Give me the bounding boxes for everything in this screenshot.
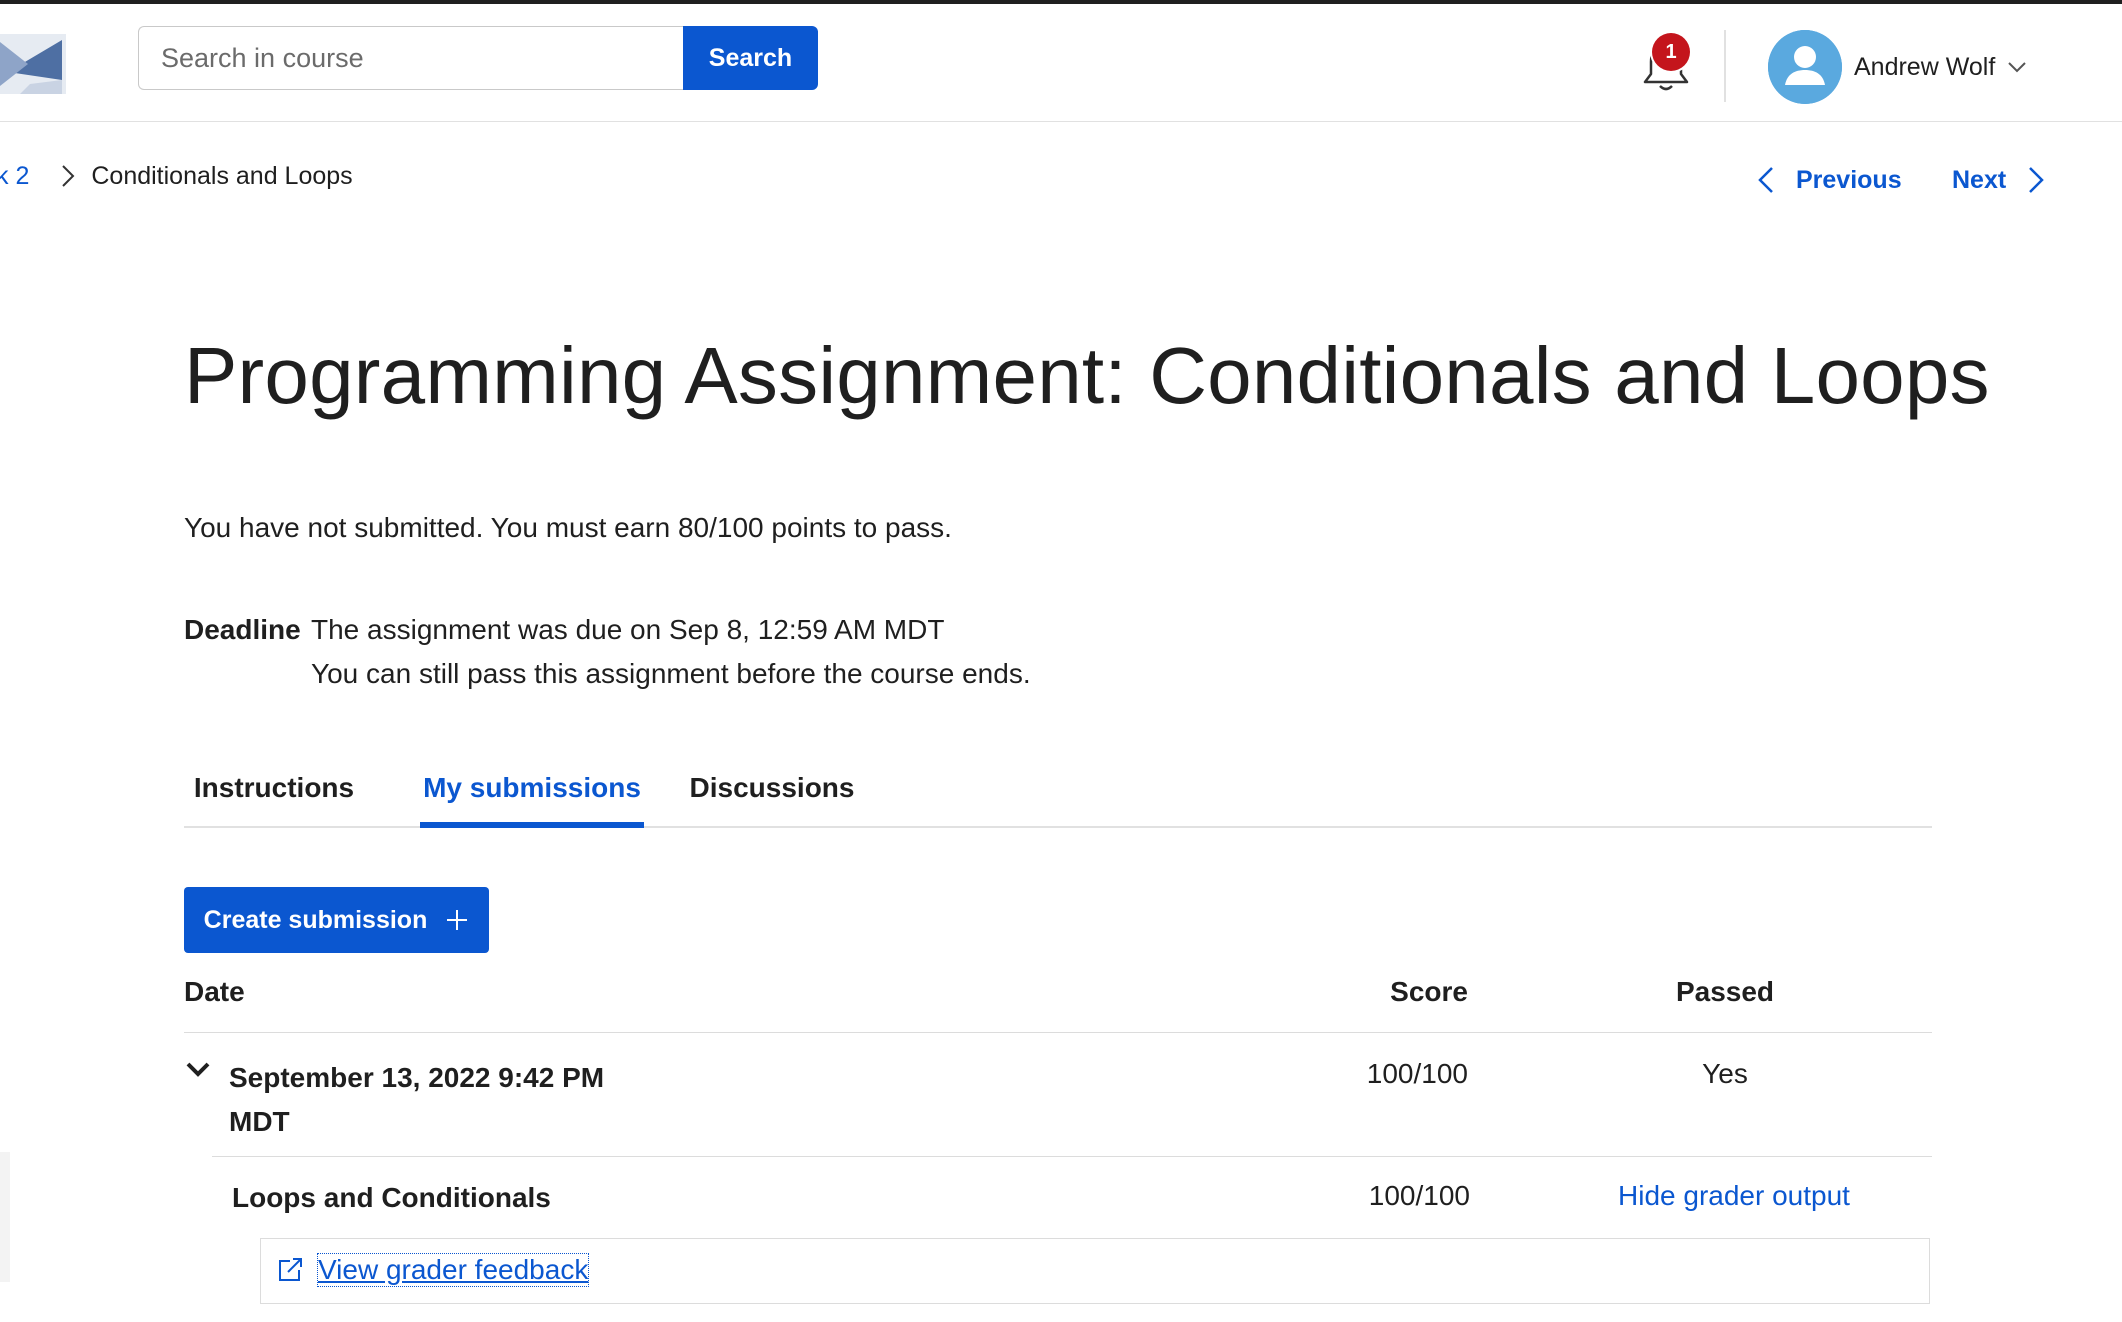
next-label: Next [1952, 165, 2007, 194]
deadline-text: The assignment was due on Sep 8, 12:59 A… [311, 614, 945, 645]
chevron-left-icon [1758, 167, 1773, 193]
tab-instructions[interactable]: Instructions [184, 748, 364, 828]
tab-discussions[interactable]: Discussions [689, 748, 855, 828]
previous-item-link[interactable]: Previous [1758, 162, 1902, 198]
submission-date: September 13, 2022 9:42 PM MDT [229, 1056, 649, 1144]
user-avatar-icon [1768, 30, 1842, 104]
submission-score: 100/100 [1366, 1058, 1468, 1089]
next-item-link[interactable]: Next [1952, 162, 2044, 198]
previous-label: Previous [1796, 165, 1902, 194]
submission-date-line1: September 13, 2022 9:42 PM [229, 1062, 605, 1093]
search-button[interactable]: Search [683, 26, 818, 90]
row-divider [212, 1156, 1932, 1157]
chevron-right-icon [2029, 167, 2044, 193]
tab-my-submissions[interactable]: My submissions [420, 748, 644, 828]
breadcrumb-previous-link[interactable]: k 2 [0, 162, 29, 191]
view-grader-feedback-link[interactable]: View grader feedback [276, 1253, 590, 1287]
deadline-note: You can still pass this assignment befor… [311, 658, 1031, 689]
submission-date-line2: MDT [229, 1106, 290, 1137]
notification-count-badge: 1 [1652, 33, 1690, 71]
deadline-label: Deadline [184, 614, 301, 645]
collapse-chevron-icon[interactable] [184, 1058, 212, 1082]
view-grader-feedback-label: View grader feedback [316, 1253, 590, 1287]
user-menu[interactable]: Andrew Wolf [1768, 30, 2027, 104]
hide-grader-output-link[interactable]: Hide grader output [1618, 1180, 1850, 1212]
header-divider [1724, 30, 1726, 102]
site-header: Search 1 Andrew Wolf [0, 4, 2122, 122]
breadcrumb-current: Conditionals and Loops [91, 161, 353, 190]
external-link-icon [279, 1258, 302, 1281]
table-header-divider [184, 1032, 1932, 1033]
chevron-down-icon [2008, 62, 2026, 73]
left-edge-panel [0, 1152, 10, 1282]
user-name: Andrew Wolf [1854, 52, 1996, 81]
column-header-date: Date [184, 976, 245, 1007]
create-submission-button[interactable]: Create submission [184, 887, 489, 953]
part-score: 100/100 [1368, 1180, 1470, 1211]
part-title: Loops and Conditionals [232, 1182, 551, 1213]
submission-status: You have not submitted. You must earn 80… [184, 512, 952, 543]
assignment-tabs: Instructions My submissions Discussions [184, 748, 1932, 828]
column-header-passed: Passed [1675, 976, 1775, 1007]
create-submission-label: Create submission [203, 905, 428, 934]
page-title: Programming Assignment: Conditionals and… [184, 331, 1990, 420]
breadcrumb: k 2 Conditionals and Loops [0, 158, 353, 194]
search-input[interactable] [138, 26, 684, 90]
column-header-score: Score [1390, 976, 1468, 1007]
course-logo[interactable] [0, 34, 66, 94]
plus-icon [447, 910, 468, 930]
chevron-right-icon [62, 165, 75, 187]
submission-passed: Yes [1702, 1058, 1748, 1089]
